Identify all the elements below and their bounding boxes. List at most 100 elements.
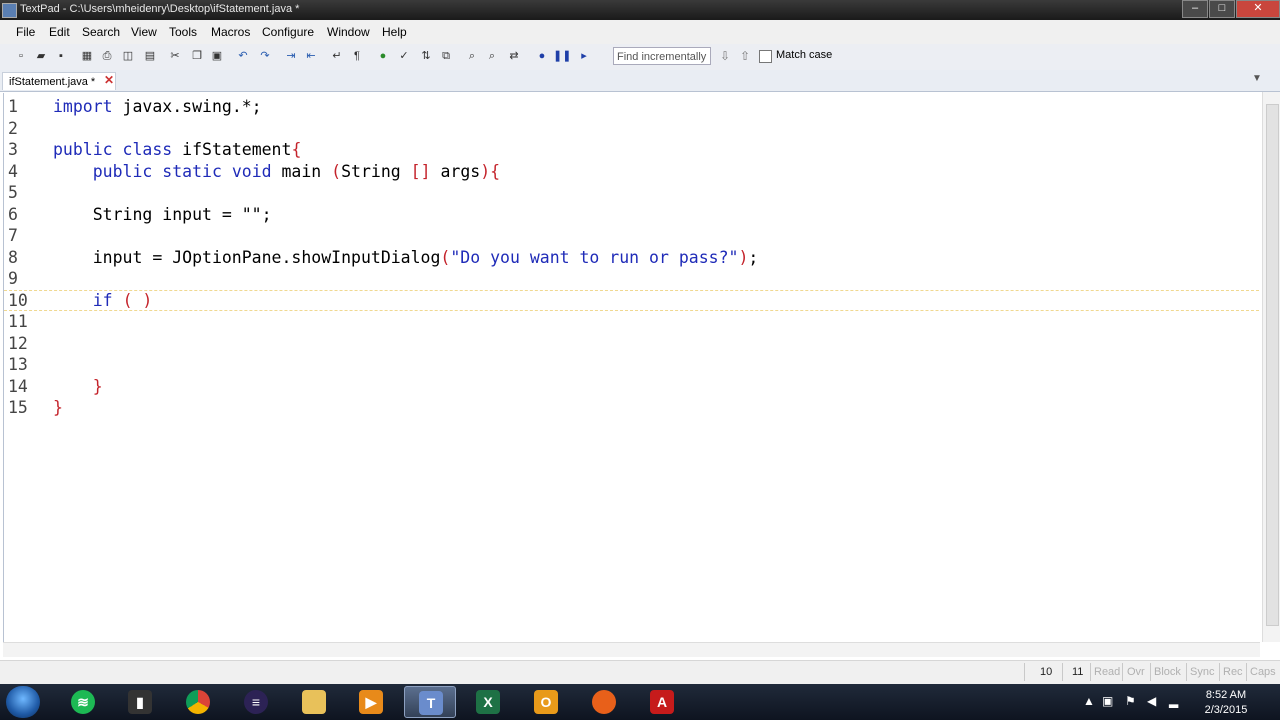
line-number: 11: [8, 312, 28, 331]
find-icon[interactable]: ⌕: [465, 50, 479, 63]
copy2-icon[interactable]: ❐: [190, 50, 204, 63]
taskbar-excel[interactable]: X: [462, 686, 514, 718]
print-icon[interactable]: ⎙: [100, 50, 114, 63]
replace-icon[interactable]: ⇄: [507, 50, 521, 63]
textpad-app-icon[interactable]: [2, 3, 17, 18]
volume-icon[interactable]: ◀: [1147, 694, 1156, 708]
status-block: Block: [1154, 666, 1181, 678]
code-text[interactable]: import javax.swing.*;: [53, 96, 262, 117]
taskbar-firefox[interactable]: [578, 686, 630, 718]
pause-icon[interactable]: ❚❚: [553, 50, 571, 63]
code-line[interactable]: 6 String input = "";: [4, 204, 1259, 225]
code-line[interactable]: 4 public static void main (String [] arg…: [4, 161, 1259, 182]
code-text[interactable]: public static void main (String [] args)…: [53, 161, 500, 182]
code-line[interactable]: 14 }: [4, 376, 1259, 397]
close-button[interactable]: ✕: [1236, 0, 1280, 18]
code-text[interactable]: if ( ): [53, 291, 153, 310]
tab-list-icon[interactable]: ▼: [1252, 73, 1262, 84]
cut-icon[interactable]: ✂: [168, 50, 182, 63]
indent-icon[interactable]: ⇥: [284, 50, 298, 63]
find-previous-icon[interactable]: ⇧: [740, 49, 750, 63]
tab-ifstatement[interactable]: ifStatement.java *: [2, 72, 116, 90]
code-text[interactable]: }: [53, 376, 103, 397]
code-line[interactable]: 13: [4, 354, 1259, 375]
redo-icon[interactable]: ↷: [258, 50, 272, 63]
taskbar-chrome[interactable]: [172, 686, 224, 718]
find-incrementally-input[interactable]: Find incrementally: [613, 47, 711, 65]
text-cursor: [131, 297, 133, 312]
maximize-button[interactable]: □: [1209, 0, 1235, 18]
minimize-button[interactable]: –: [1182, 0, 1208, 18]
taskbar-file-explorer[interactable]: [288, 686, 340, 718]
menu-macros[interactable]: Macros: [211, 25, 250, 39]
taskbar-terminal[interactable]: ▮: [114, 686, 166, 718]
code-line[interactable]: 11: [4, 311, 1259, 332]
vertical-scrollbar[interactable]: [1262, 92, 1280, 642]
copy-icon[interactable]: ▤: [143, 50, 157, 63]
menu-help[interactable]: Help: [382, 25, 407, 39]
start-button[interactable]: [6, 686, 40, 718]
save-all-icon[interactable]: ▦: [80, 50, 94, 63]
new-file-icon[interactable]: ▫: [14, 50, 28, 63]
tab-label: ifStatement.java *: [9, 76, 96, 88]
open-icon[interactable]: ▰: [34, 50, 48, 63]
menu-search[interactable]: Search: [82, 25, 120, 39]
play-icon[interactable]: ▸: [577, 50, 591, 63]
horizontal-scrollbar[interactable]: [3, 642, 1260, 657]
code-line[interactable]: 2: [4, 118, 1259, 139]
menu-tools[interactable]: Tools: [169, 25, 197, 39]
record-macro-icon[interactable]: ●: [535, 50, 549, 63]
menu-file[interactable]: File: [16, 25, 35, 39]
taskbar-acrobat[interactable]: A: [636, 686, 688, 718]
word-wrap-icon[interactable]: ↵: [330, 50, 344, 63]
close-tab-icon[interactable]: ✕: [104, 73, 114, 87]
menu-window[interactable]: Window: [327, 25, 370, 39]
code-line[interactable]: 9: [4, 268, 1259, 289]
print-preview-icon[interactable]: ◫: [121, 50, 135, 63]
code-line[interactable]: 5: [4, 182, 1259, 203]
show-hidden-icons-icon[interactable]: ▲: [1083, 694, 1095, 708]
taskbar-eclipse[interactable]: ≡: [230, 686, 282, 718]
usb-icon[interactable]: ▣: [1102, 694, 1113, 708]
code-line[interactable]: 3 public class ifStatement{: [4, 139, 1259, 160]
code-line[interactable]: 12: [4, 333, 1259, 354]
menu-configure[interactable]: Configure: [262, 25, 314, 39]
sort-icon[interactable]: ⇅: [419, 50, 433, 63]
line-number: 6: [8, 204, 18, 224]
network-icon[interactable]: ▂: [1169, 694, 1178, 708]
code-line[interactable]: 15}: [4, 397, 1259, 418]
code-line[interactable]: 7: [4, 225, 1259, 246]
find-in-files-icon[interactable]: ⌕: [485, 50, 499, 63]
code-text[interactable]: public class ifStatement{: [53, 139, 301, 160]
flag-icon[interactable]: ⚑: [1125, 694, 1136, 708]
taskbar-media-player[interactable]: ▶: [345, 686, 397, 718]
match-case-checkbox[interactable]: [759, 50, 772, 63]
paste-icon[interactable]: ▣: [210, 50, 224, 63]
menu-edit[interactable]: Edit: [49, 25, 70, 39]
code-text[interactable]: String input = "";: [53, 204, 272, 225]
compare-icon[interactable]: ⧉: [439, 50, 453, 63]
taskbar-textpad[interactable]: T: [404, 686, 456, 718]
chrome-icon: [186, 690, 210, 714]
web-icon[interactable]: ●: [376, 50, 390, 63]
taskbar-spotify[interactable]: ≋: [57, 686, 109, 718]
code-editor[interactable]: 1 import javax.swing.*; 2 3 public class ifS…: [3, 93, 1261, 642]
line-number: 12: [8, 333, 28, 353]
code-text[interactable]: input = JOptionPane.showInputDialog("Do …: [53, 247, 759, 268]
outdent-icon[interactable]: ⇤: [304, 50, 318, 63]
scrollbar-thumb[interactable]: [1266, 104, 1279, 626]
pilcrow-icon[interactable]: ¶: [350, 50, 364, 63]
spell-check-icon[interactable]: ✓: [397, 50, 411, 63]
code-line[interactable]: 8 input = JOptionPane.showInputDialog("D…: [4, 247, 1259, 268]
undo-icon[interactable]: ↶: [236, 50, 250, 63]
save-icon[interactable]: ▪: [54, 50, 68, 63]
find-next-icon[interactable]: ⇩: [720, 49, 730, 63]
clock[interactable]: 8:52 AM 2/3/2015: [1196, 688, 1256, 718]
menu-view[interactable]: View: [131, 25, 157, 39]
code-line[interactable]: 1 import javax.swing.*;: [4, 96, 1259, 117]
code-text[interactable]: }: [53, 397, 63, 418]
line-number: 3: [8, 140, 18, 159]
taskbar-outlook[interactable]: O: [520, 686, 572, 718]
line-number: 5: [8, 183, 18, 202]
code-line[interactable]: 10 if ( ): [4, 289, 1259, 311]
